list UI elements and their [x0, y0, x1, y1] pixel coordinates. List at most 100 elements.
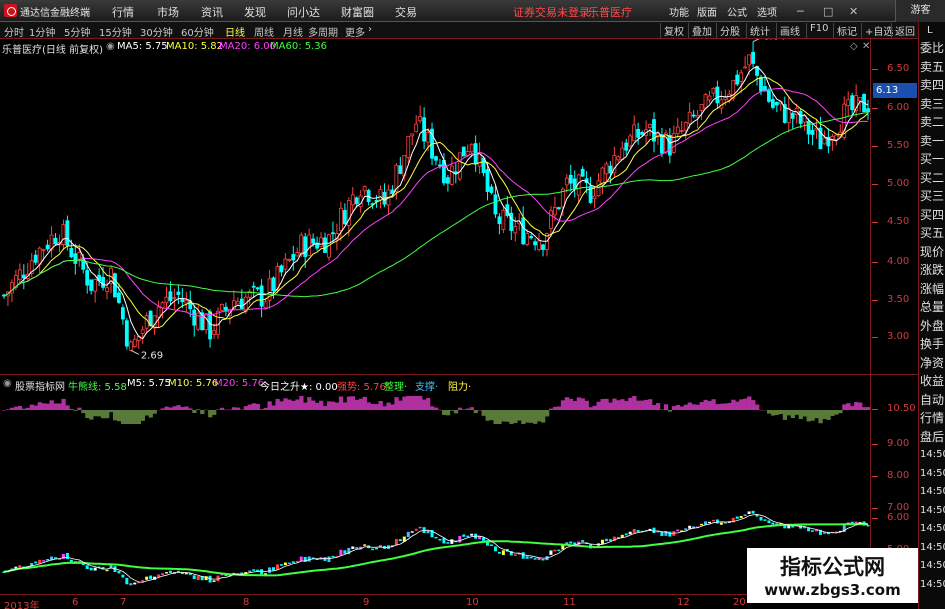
- side-panel-item[interactable]: 买二: [920, 170, 944, 186]
- tool-adjust[interactable]: 复权: [660, 23, 687, 38]
- menu-item-market[interactable]: 市场: [157, 4, 179, 20]
- side-panel-item[interactable]: 买一: [920, 151, 944, 167]
- menu-item-wealth-circle[interactable]: 财富圈: [341, 4, 374, 20]
- maximize-icon[interactable]: □: [823, 5, 833, 18]
- tool-back[interactable]: 返回: [891, 23, 918, 38]
- tool-overlay[interactable]: 叠加: [688, 23, 715, 38]
- more-arrow-icon[interactable]: ›: [368, 24, 372, 35]
- candle-body: [580, 168, 585, 177]
- tool-f10[interactable]: F10: [806, 23, 831, 38]
- side-panel-item[interactable]: 盘后: [920, 429, 944, 445]
- side-panel-item[interactable]: 14:50: [920, 484, 945, 500]
- period-multi[interactable]: 多周期: [308, 24, 338, 39]
- side-panel-item[interactable]: 行情: [920, 410, 944, 426]
- menu-item-layout[interactable]: 版面: [697, 4, 717, 19]
- menu-item-trade[interactable]: 交易: [395, 4, 417, 20]
- candle-body: [774, 101, 779, 106]
- period-1min[interactable]: 1分钟: [29, 24, 55, 39]
- period-60min[interactable]: 60分钟: [181, 24, 214, 39]
- side-panel-item[interactable]: 14:50: [920, 521, 945, 537]
- kline-chart[interactable]: 6.64 2.69: [0, 39, 870, 374]
- oscillator-bar: [17, 405, 23, 410]
- side-panel-item[interactable]: 14:50: [920, 577, 945, 593]
- candle-body: [660, 134, 664, 154]
- indicator-settings-icon[interactable]: ◉: [3, 378, 12, 389]
- candle-body: [168, 291, 173, 302]
- side-panel-item[interactable]: 涨跌: [920, 262, 944, 278]
- period-weekly[interactable]: 周线: [254, 24, 274, 39]
- oscillator-bar: [53, 403, 58, 410]
- candle-body: [192, 309, 197, 326]
- menu-item-formula[interactable]: 公式: [727, 4, 747, 19]
- candle-body: [323, 237, 327, 253]
- close-icon[interactable]: ✕: [849, 5, 858, 18]
- indicator-chart[interactable]: [0, 392, 870, 594]
- indicator-candle: [125, 577, 129, 585]
- indicator-candle: [600, 539, 604, 544]
- menu-item-discover[interactable]: 发现: [244, 4, 266, 20]
- side-panel-item[interactable]: 现价: [920, 244, 944, 260]
- period-15min[interactable]: 15分钟: [99, 24, 132, 39]
- candle-body: [497, 216, 502, 224]
- indicator-candle: [164, 572, 168, 574]
- oscillator-bar: [461, 409, 467, 410]
- candle-body: [822, 137, 827, 145]
- side-panel-item[interactable]: 卖五: [920, 59, 944, 75]
- side-panel-item[interactable]: 卖一: [920, 133, 944, 149]
- oscillator-bar: [212, 410, 217, 415]
- side-panel-item[interactable]: 卖四: [920, 77, 944, 93]
- app-title: 通达信金融终端: [20, 8, 90, 19]
- menu-item-ask[interactable]: 问小达: [287, 4, 320, 20]
- time-axis-tick: 8: [243, 597, 250, 608]
- tool-stats[interactable]: 统计: [746, 23, 773, 38]
- period-5min[interactable]: 5分钟: [64, 24, 90, 39]
- side-panel-item[interactable]: 14:50: [920, 447, 945, 463]
- side-panel-item[interactable]: 收益: [920, 373, 944, 389]
- oscillator-bar: [9, 407, 15, 410]
- indicator-candle: [161, 573, 165, 575]
- side-panel-item[interactable]: 净资: [920, 355, 944, 371]
- oscillator-bar: [37, 402, 42, 410]
- menu-item-options[interactable]: 选项: [757, 4, 777, 19]
- period-intraday[interactable]: 分时: [4, 24, 24, 39]
- oscillator-bar: [327, 401, 332, 410]
- login-notice[interactable]: 证券交易未登录: [513, 4, 590, 20]
- side-panel-item[interactable]: 买四: [920, 207, 944, 223]
- side-panel-item[interactable]: 自动: [920, 392, 944, 408]
- oscillator-bar: [505, 410, 510, 422]
- guest-button[interactable]: 游客: [895, 0, 945, 22]
- side-panel-item[interactable]: 买五: [920, 225, 944, 241]
- side-panel-item[interactable]: 卖二: [920, 114, 944, 130]
- candle-body: [679, 130, 684, 132]
- period-more[interactable]: 更多: [345, 24, 365, 39]
- menu-item-functions[interactable]: 功能: [669, 4, 689, 19]
- side-panel-item[interactable]: 买三: [920, 188, 944, 204]
- side-panel-item[interactable]: 14:50: [920, 503, 945, 519]
- period-30min[interactable]: 30分钟: [140, 24, 173, 39]
- side-panel-item[interactable]: 14:50: [920, 466, 945, 482]
- side-panel-item[interactable]: 外盘: [920, 318, 944, 334]
- oscillator-bar: [774, 410, 780, 415]
- side-panel-item[interactable]: 14:50: [920, 558, 945, 574]
- side-panel-item[interactable]: 总量: [920, 299, 944, 315]
- side-panel-item[interactable]: 14:50: [920, 540, 945, 556]
- indicator-candle: [192, 575, 196, 580]
- side-panel-item[interactable]: 涨幅: [920, 281, 944, 297]
- tool-draw[interactable]: 画线: [776, 23, 803, 38]
- oscillator-bar: [410, 396, 415, 410]
- side-panel-item[interactable]: 换手: [920, 336, 944, 352]
- menu-item-market-quotes[interactable]: 行情: [112, 4, 134, 20]
- menu-item-news[interactable]: 资讯: [201, 4, 223, 20]
- oscillator-bar: [354, 399, 360, 410]
- indicator-name: 股票指标网: [15, 382, 65, 393]
- minimize-icon[interactable]: ─: [797, 5, 804, 18]
- side-panel-item[interactable]: 委比: [920, 40, 944, 56]
- oscillator-bar: [422, 399, 427, 410]
- side-panel-item[interactable]: 卖三: [920, 96, 944, 112]
- indicator-candle: [807, 528, 811, 532]
- candle-body: [224, 306, 228, 311]
- tool-split[interactable]: 分股: [716, 23, 743, 38]
- period-monthly[interactable]: 月线: [283, 24, 303, 39]
- tool-mark[interactable]: 标记: [833, 23, 860, 38]
- period-daily[interactable]: 日线: [225, 24, 245, 39]
